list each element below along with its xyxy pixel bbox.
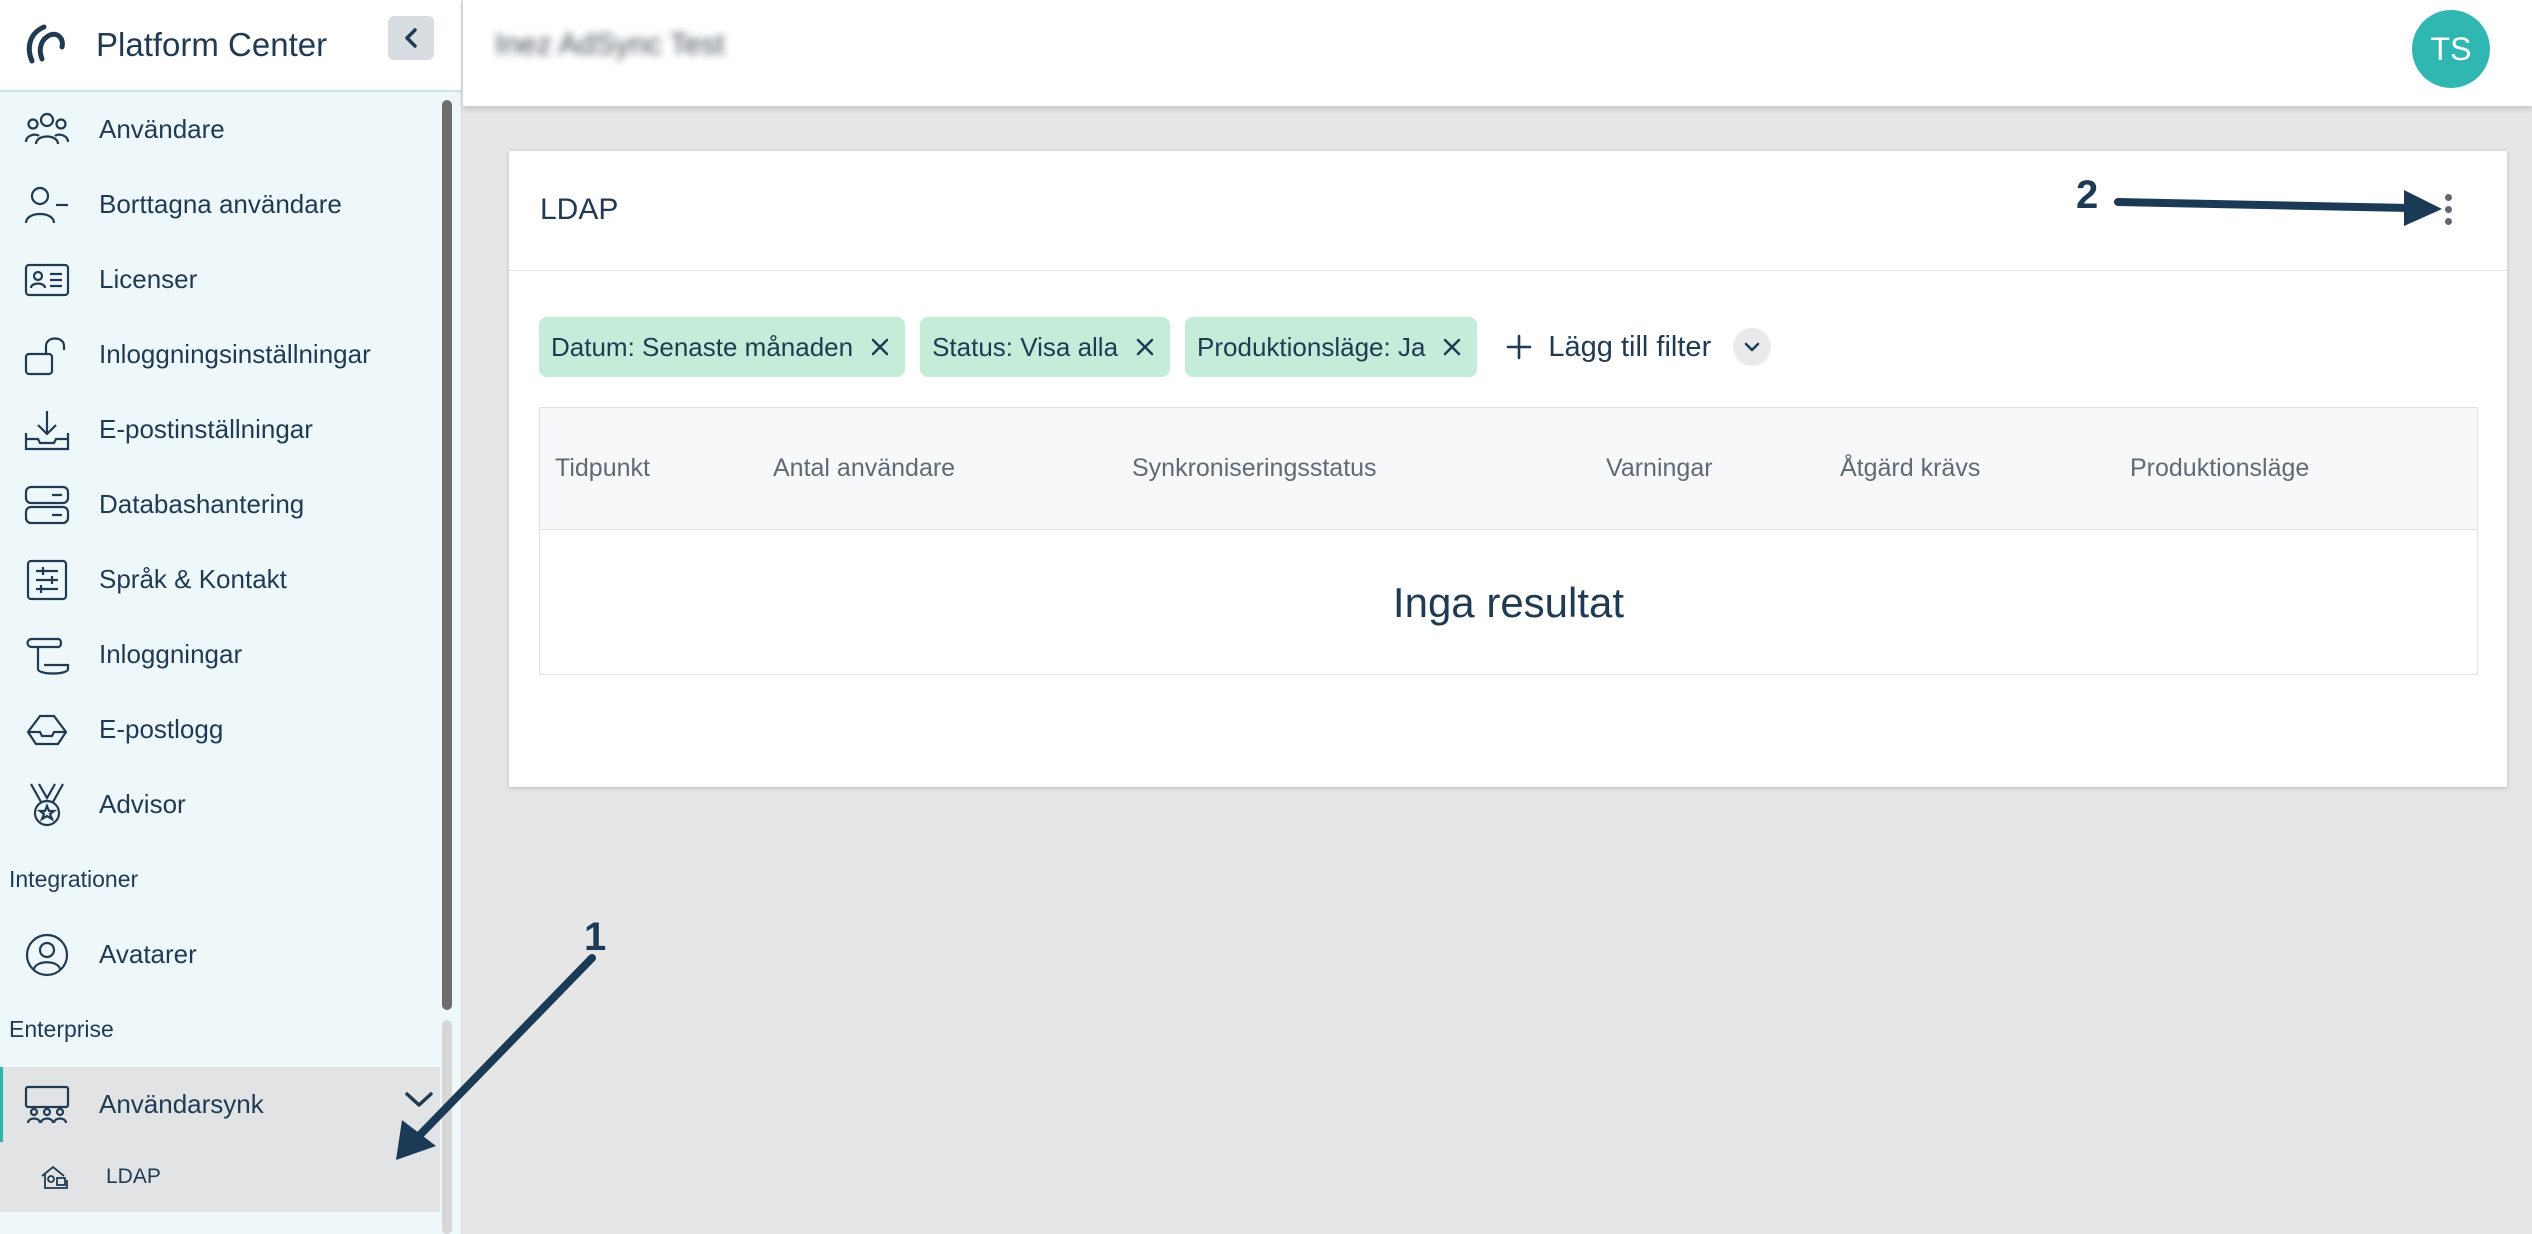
sidebar-item-e-postlogg[interactable]: E-postlogg	[0, 692, 440, 767]
sidebar-item-anvandare[interactable]: Användare	[0, 92, 440, 167]
sidebar-scrollbar-thumb[interactable]	[442, 100, 452, 1010]
user-circle-icon	[22, 930, 72, 980]
sidebar-item-label: Språk & Kontakt	[99, 564, 287, 594]
close-icon[interactable]	[1136, 338, 1154, 356]
users-icon	[22, 105, 72, 155]
envelope-log-icon	[22, 705, 72, 755]
column-header[interactable]: Produktionsläge	[2130, 454, 2309, 483]
plus-icon	[1506, 334, 1532, 360]
id-card-icon	[22, 255, 72, 305]
sidebar-item-e-postinstallningar[interactable]: E-postinställningar	[0, 392, 440, 467]
section-integrationer: Integrationer	[9, 866, 139, 892]
unlock-icon	[22, 330, 72, 380]
scroll-icon	[22, 630, 72, 680]
sidebar-item-label: Databashantering	[99, 489, 305, 519]
sidebar-item-anvandarsynk[interactable]: Användarsynk	[0, 1067, 440, 1142]
sliders-icon	[22, 555, 72, 605]
filter-chip-produktionslage[interactable]: Produktionsläge: Ja	[1185, 317, 1478, 377]
kebab-dot	[2444, 217, 2452, 225]
sidebar-item-label: Användare	[99, 114, 225, 144]
column-header[interactable]: Antal användare	[773, 454, 955, 483]
server-icon	[22, 480, 72, 530]
sidebar-item-label: E-postlogg	[99, 714, 224, 744]
team-icon	[22, 1080, 72, 1130]
sidebar-item-sprak-kontakt[interactable]: Språk & Kontakt	[0, 542, 440, 617]
sidebar-item-label: Licenser	[99, 264, 198, 294]
topbar: Inez AdSync Test TS	[463, 0, 2532, 106]
sidebar-item-inloggningsinstallningar[interactable]: Inloggningsinställningar	[0, 317, 440, 392]
download-tray-icon	[22, 405, 72, 455]
filter-chip-label: Datum: Senaste månaden	[551, 331, 854, 362]
sidebar-item-label: Borttagna användare	[99, 189, 342, 219]
filter-chip-label: Produktionsläge: Ja	[1197, 331, 1426, 362]
sync-table: Tidpunkt Antal användare Synkroniserings…	[539, 407, 2478, 675]
table-header: Tidpunkt Antal användare Synkroniserings…	[540, 408, 2477, 530]
filter-chip-status[interactable]: Status: Visa alla	[920, 317, 1171, 377]
ldap-card: LDAP Datum: Senaste månaden Status: Visa…	[509, 151, 2507, 787]
column-header[interactable]: Tidpunkt	[555, 454, 650, 483]
close-icon[interactable]	[871, 338, 889, 356]
ldap-icon	[30, 1152, 80, 1202]
page-title: LDAP	[540, 193, 619, 226]
add-filter-button[interactable]: Lägg till filter	[1506, 328, 1772, 366]
kebab-dot	[2444, 193, 2452, 201]
app-title: Platform Center	[96, 26, 328, 63]
sidebar-nav: Användare Borttagna användare Licenser I…	[0, 92, 440, 1212]
sidebar-item-label: Avatarer	[99, 939, 197, 969]
sidebar-item-avatarer[interactable]: Avatarer	[0, 917, 440, 992]
sidebar-item-databashantering[interactable]: Databashantering	[0, 467, 440, 542]
section-enterprise: Enterprise	[9, 1016, 114, 1042]
sidebar-item-inloggningar[interactable]: Inloggningar	[0, 617, 440, 692]
sidebar-scrollbar-track[interactable]	[442, 1020, 452, 1234]
column-header[interactable]: Synkroniseringsstatus	[1132, 454, 1377, 483]
user-avatar[interactable]: TS	[2412, 10, 2490, 88]
sidebar-item-label: Advisor	[99, 789, 186, 819]
filter-chip-datum[interactable]: Datum: Senaste månaden	[539, 317, 906, 377]
sidebar: Platform Center Användare Borttagna anvä…	[0, 0, 462, 1234]
close-icon[interactable]	[1443, 338, 1461, 356]
medal-icon	[22, 780, 72, 830]
sidebar-item-label: Användarsynk	[99, 1089, 264, 1119]
empty-state: Inga resultat	[1392, 578, 1625, 626]
filter-bar: Datum: Senaste månaden Status: Visa alla…	[539, 317, 1772, 377]
more-options-button[interactable]	[2433, 187, 2463, 231]
chevron-down-icon[interactable]	[403, 1089, 435, 1111]
sidebar-item-label: Inloggningsinställningar	[99, 339, 371, 369]
chevron-down-icon[interactable]	[1733, 328, 1772, 366]
logo-icon	[26, 24, 65, 64]
sidebar-item-licenser[interactable]: Licenser	[0, 242, 440, 317]
sidebar-item-advisor[interactable]: Advisor	[0, 767, 440, 842]
annotation-label-1: 1	[584, 915, 606, 959]
sidebar-item-borttagna-anvandare[interactable]: Borttagna användare	[0, 167, 440, 242]
tenant-name: Inez AdSync Test	[495, 28, 725, 61]
kebab-dot	[2444, 205, 2452, 213]
chevron-left-icon	[405, 28, 417, 48]
sidebar-item-label: LDAP	[106, 1165, 161, 1188]
sidebar-item-label: E-postinställningar	[99, 414, 313, 444]
add-filter-label: Lägg till filter	[1548, 330, 1712, 363]
sidebar-item-ldap[interactable]: LDAP	[0, 1142, 440, 1212]
filter-chip-label: Status: Visa alla	[932, 331, 1119, 362]
card-header: LDAP	[509, 151, 2507, 271]
user-minus-icon	[22, 180, 72, 230]
column-header[interactable]: Åtgärd krävs	[1840, 454, 1980, 483]
sidebar-item-label: Inloggningar	[99, 639, 243, 669]
column-header[interactable]: Varningar	[1606, 454, 1713, 483]
collapse-sidebar-button[interactable]	[388, 16, 434, 60]
